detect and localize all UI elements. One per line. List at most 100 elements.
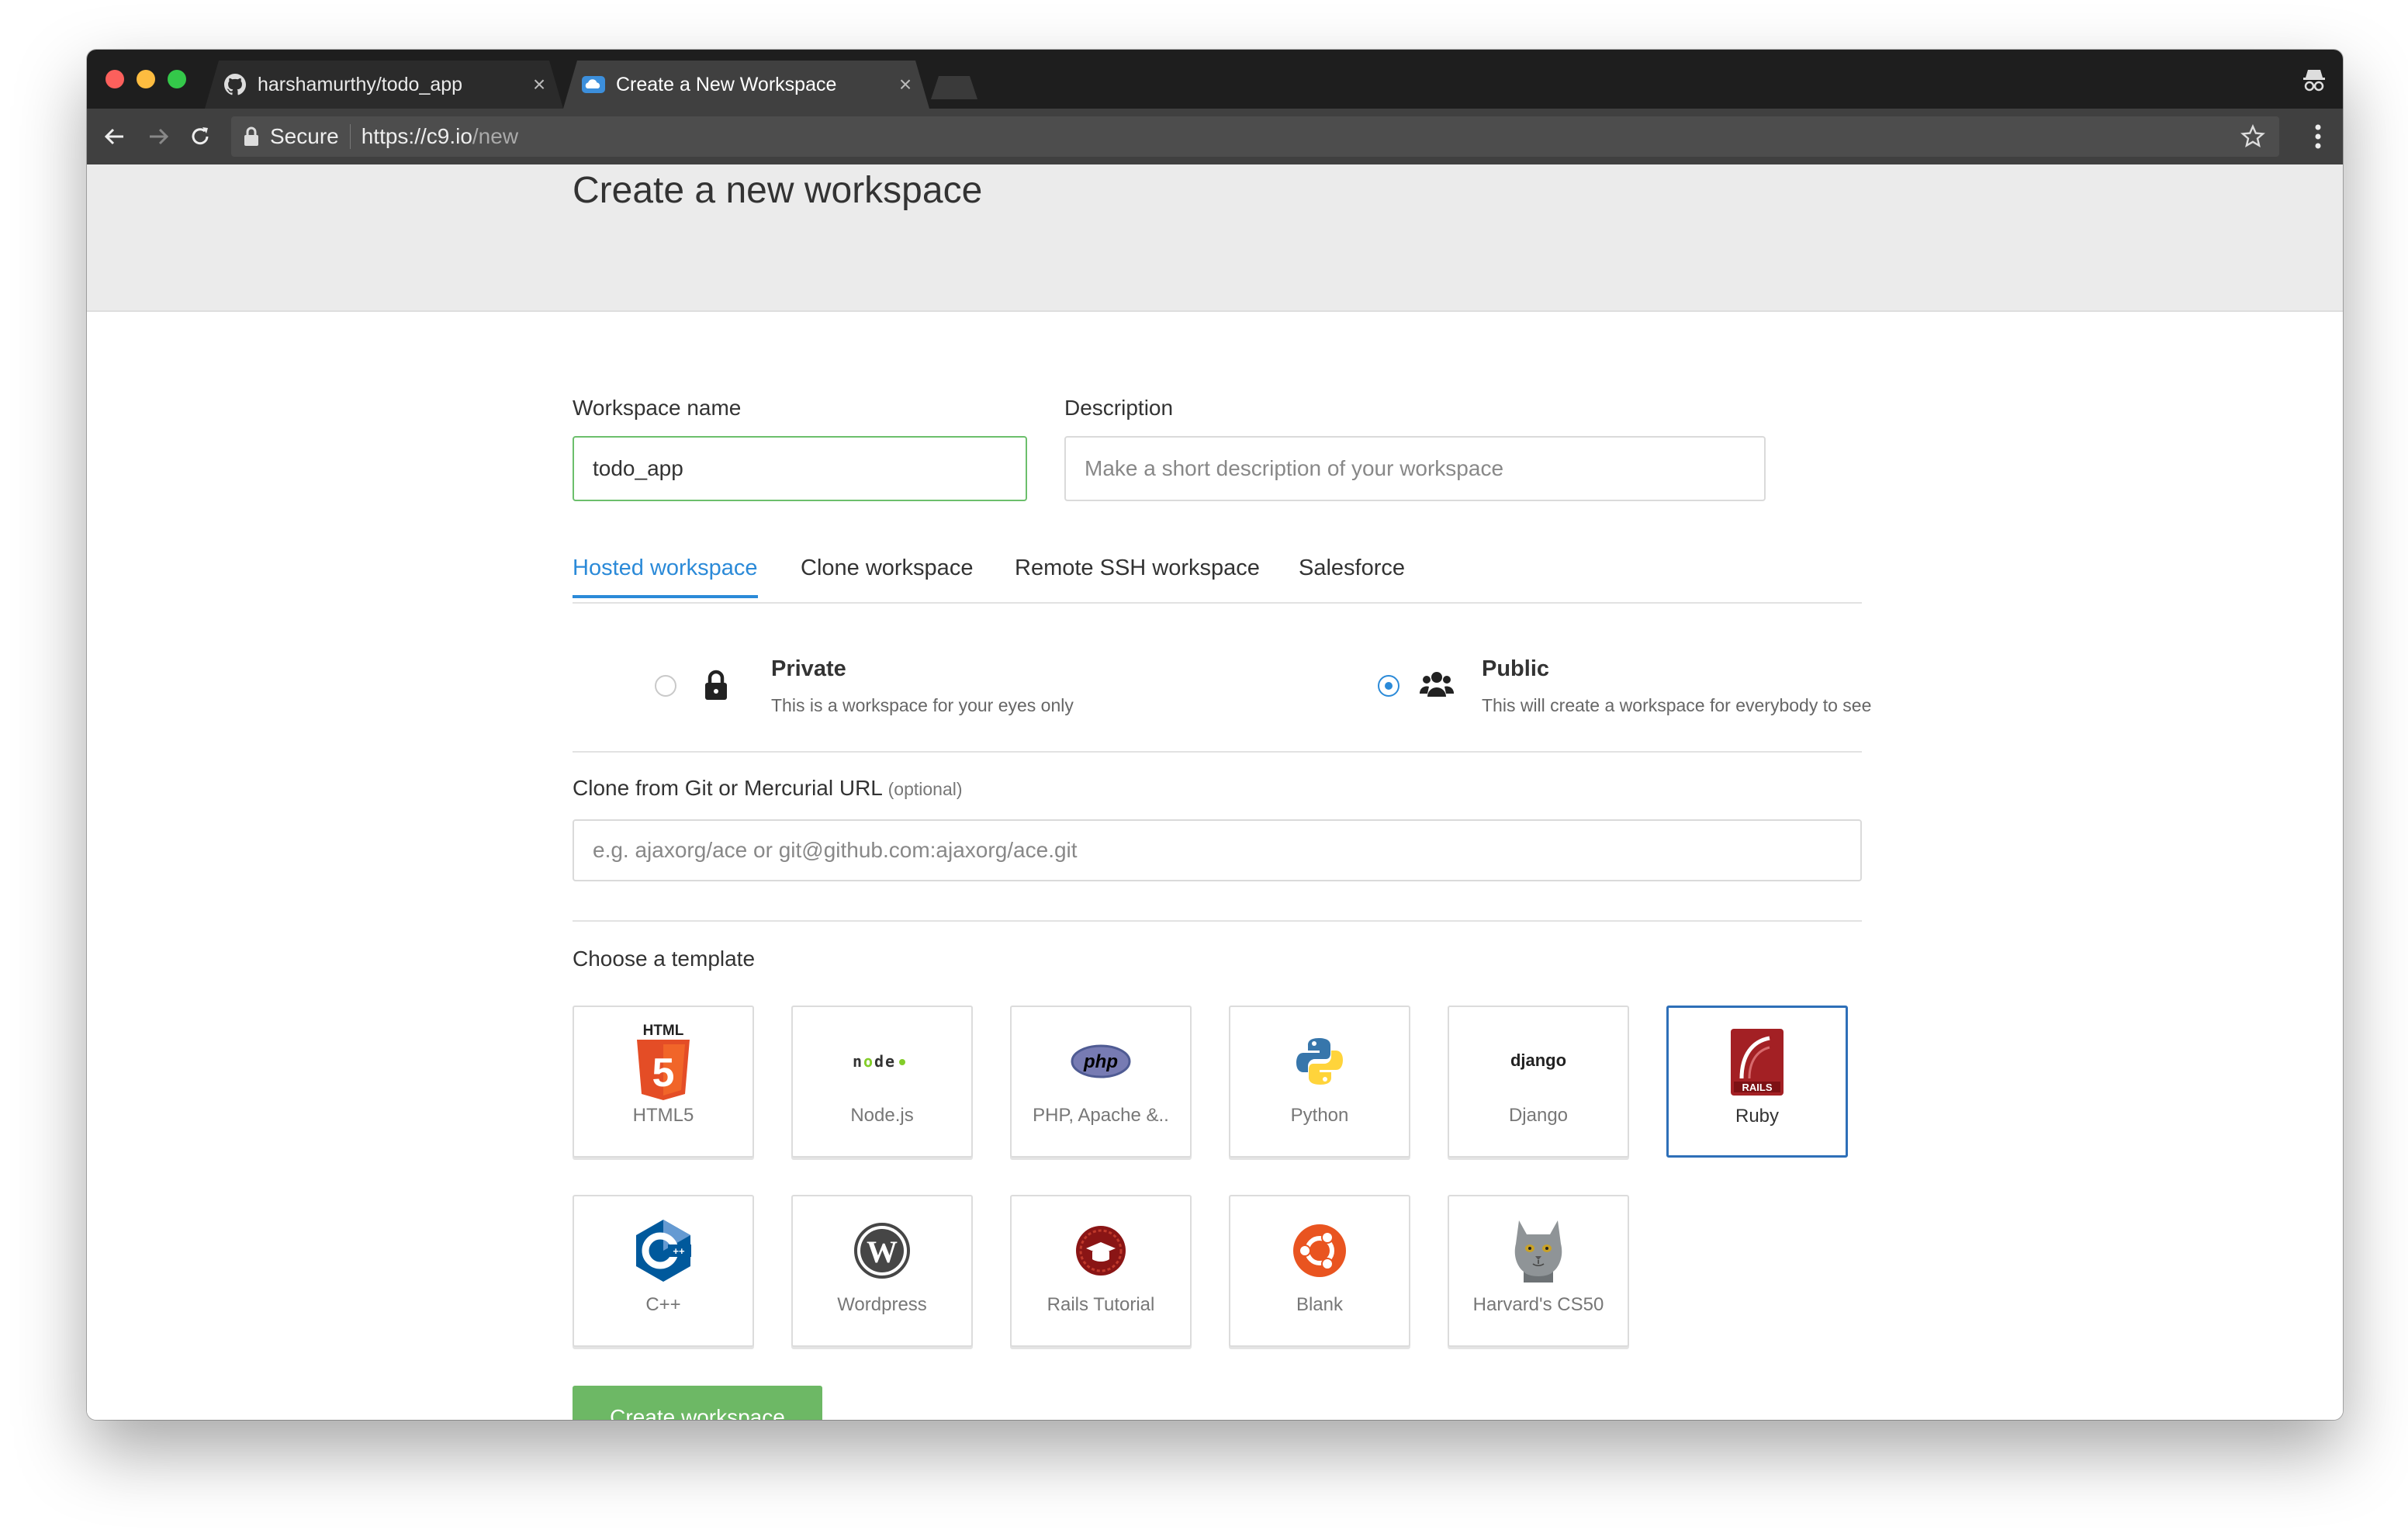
github-icon bbox=[223, 73, 247, 96]
page-content: Create a new workspace Workspace name to… bbox=[87, 164, 2343, 1420]
template-blank[interactable]: Blank bbox=[1229, 1195, 1410, 1347]
template-label: Ruby bbox=[1735, 1106, 1780, 1127]
url-path: /new bbox=[472, 124, 519, 148]
users-icon bbox=[1420, 672, 1454, 697]
choose-template-label: Choose a template bbox=[573, 947, 756, 971]
php-icon: php bbox=[1067, 1026, 1135, 1097]
description-input[interactable]: Make a short description of your workspa… bbox=[1064, 436, 1766, 501]
template-html5[interactable]: HTML 5 HTML5 bbox=[573, 1006, 754, 1158]
close-tab-icon[interactable]: × bbox=[895, 72, 915, 97]
cpp-icon: ++ bbox=[629, 1215, 697, 1286]
svg-text:n: n bbox=[853, 1052, 862, 1071]
template-wordpress[interactable]: W Wordpress bbox=[791, 1195, 973, 1347]
svg-text:django: django bbox=[1510, 1051, 1566, 1070]
template-harvard-cs50[interactable]: Harvard's CS50 bbox=[1448, 1195, 1629, 1347]
cs50-cat-icon bbox=[1504, 1215, 1572, 1286]
template-label: Node.js bbox=[850, 1105, 914, 1126]
reload-button[interactable] bbox=[183, 119, 217, 154]
template-php-apache[interactable]: php PHP, Apache &.. bbox=[1010, 1006, 1192, 1158]
template-rails-tutorial[interactable]: Rails Tutorial bbox=[1010, 1195, 1192, 1347]
workspace-name-input[interactable]: todo_app bbox=[573, 436, 1027, 501]
menu-dots-icon[interactable] bbox=[2313, 123, 2323, 151]
svg-text:php: php bbox=[1083, 1051, 1118, 1072]
tab-remote-ssh-workspace[interactable]: Remote SSH workspace bbox=[1015, 556, 1260, 595]
page-header: Create a new workspace bbox=[87, 164, 2343, 312]
private-radio[interactable] bbox=[655, 675, 676, 697]
template-python[interactable]: Python bbox=[1229, 1006, 1410, 1158]
description-label: Description bbox=[1064, 396, 1174, 420]
page-title: Create a new workspace bbox=[573, 170, 983, 211]
ubuntu-icon bbox=[1285, 1215, 1354, 1286]
template-nodejs[interactable]: node Node.js bbox=[791, 1006, 973, 1158]
svg-text:RAILS: RAILS bbox=[1742, 1082, 1773, 1093]
wordpress-icon: W bbox=[848, 1215, 916, 1286]
browser-toolbar: Secure https://c9.io/new bbox=[87, 109, 2343, 164]
workspace-type-tabs: Hosted workspace Clone workspace Remote … bbox=[573, 549, 1862, 604]
reload-icon bbox=[192, 127, 209, 145]
address-separator bbox=[349, 124, 351, 149]
new-tab-button[interactable] bbox=[931, 76, 977, 99]
svg-text:o: o bbox=[863, 1052, 873, 1071]
svg-text:HTML: HTML bbox=[643, 1023, 684, 1039]
browser-tab-cloud9[interactable]: Create a New Workspace × bbox=[563, 61, 929, 109]
template-label: HTML5 bbox=[632, 1105, 694, 1126]
svg-text:++: ++ bbox=[673, 1245, 685, 1257]
template-label: Blank bbox=[1296, 1294, 1344, 1315]
arrow-right-icon bbox=[150, 128, 169, 145]
template-label: Rails Tutorial bbox=[1047, 1294, 1155, 1315]
template-label: Wordpress bbox=[837, 1294, 927, 1315]
description-placeholder: Make a short description of your workspa… bbox=[1085, 456, 1504, 480]
forward-button[interactable] bbox=[141, 119, 175, 154]
nodejs-icon: node bbox=[848, 1026, 916, 1097]
clone-url-input[interactable]: e.g. ajaxorg/ace or git@github.com:ajaxo… bbox=[573, 819, 1862, 881]
minimize-window-button[interactable] bbox=[137, 70, 155, 88]
lock-icon bbox=[705, 670, 727, 700]
browser-window: harshamurthy/todo_app × Create a New Wor… bbox=[87, 50, 2343, 1420]
url-host: https://c9.io bbox=[361, 124, 472, 148]
workspace-name-value: todo_app bbox=[593, 456, 683, 480]
clone-url-placeholder: e.g. ajaxorg/ace or git@github.com:ajaxo… bbox=[593, 838, 1078, 862]
public-title: Public bbox=[1482, 656, 1550, 681]
svg-text:5: 5 bbox=[652, 1051, 675, 1096]
close-window-button[interactable] bbox=[106, 70, 124, 88]
clone-url-label-text: Clone from Git or Mercurial URL bbox=[573, 776, 882, 800]
maximize-window-button[interactable] bbox=[168, 70, 186, 88]
tab-salesforce[interactable]: Salesforce bbox=[1299, 556, 1405, 595]
template-label: Harvard's CS50 bbox=[1472, 1294, 1604, 1315]
tab-hosted-workspace[interactable]: Hosted workspace bbox=[573, 556, 758, 598]
template-label: Django bbox=[1508, 1105, 1569, 1126]
tab-bar: harshamurthy/todo_app × Create a New Wor… bbox=[87, 50, 2343, 109]
python-icon bbox=[1285, 1026, 1354, 1097]
template-label: C++ bbox=[645, 1294, 681, 1315]
back-button[interactable] bbox=[98, 119, 132, 154]
template-ruby[interactable]: RAILS Ruby bbox=[1666, 1006, 1848, 1158]
rails-tutorial-icon bbox=[1067, 1215, 1135, 1286]
tab-title: harshamurthy/todo_app bbox=[258, 73, 463, 95]
private-description: This is a workspace for your eyes only bbox=[771, 695, 1074, 715]
template-cpp[interactable]: ++ C++ bbox=[573, 1195, 754, 1347]
close-tab-icon[interactable]: × bbox=[529, 72, 549, 97]
tab-title: Create a New Workspace bbox=[616, 73, 837, 95]
template-django[interactable]: django Django bbox=[1448, 1006, 1629, 1158]
clone-url-label: Clone from Git or Mercurial URL (optiona… bbox=[573, 776, 963, 801]
address-bar[interactable]: Secure https://c9.io/new bbox=[231, 116, 2279, 157]
secure-label: Secure bbox=[270, 124, 339, 148]
template-label: Python bbox=[1290, 1105, 1349, 1126]
svg-text:d: d bbox=[874, 1052, 884, 1071]
workspace-name-label: Workspace name bbox=[573, 396, 742, 420]
django-icon: django bbox=[1504, 1026, 1572, 1097]
create-workspace-button[interactable]: Create workspace bbox=[573, 1386, 822, 1420]
incognito-icon bbox=[2301, 67, 2327, 93]
public-description: This will create a workspace for everybo… bbox=[1482, 695, 1872, 715]
optional-hint: (optional) bbox=[887, 779, 963, 799]
rails-icon: RAILS bbox=[1723, 1026, 1791, 1098]
svg-text:e: e bbox=[885, 1052, 894, 1071]
bookmark-star-icon[interactable] bbox=[2240, 124, 2265, 149]
browser-tab-github[interactable]: harshamurthy/todo_app × bbox=[205, 61, 563, 109]
svg-text:W: W bbox=[867, 1234, 898, 1269]
tab-clone-workspace[interactable]: Clone workspace bbox=[801, 556, 973, 595]
public-radio[interactable] bbox=[1378, 675, 1399, 697]
arrow-left-icon bbox=[104, 128, 123, 145]
section-divider bbox=[573, 751, 1862, 753]
section-divider bbox=[573, 920, 1862, 922]
